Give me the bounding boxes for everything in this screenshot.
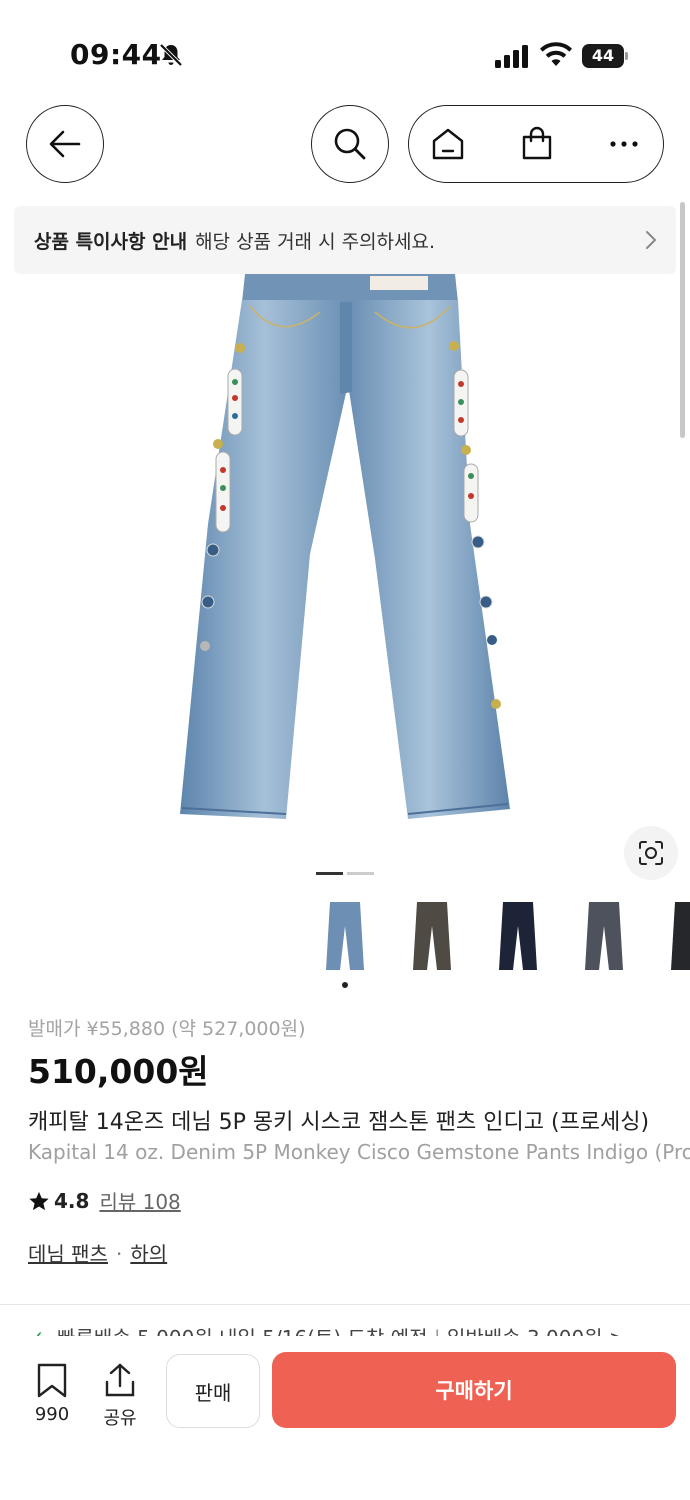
share-button[interactable]: 공유 <box>90 1362 150 1430</box>
release-price-label: 발매가 ¥55,880 (약 527,000원) <box>28 1018 306 1040</box>
image-page-indicator <box>347 872 374 875</box>
bookmark-icon <box>37 1363 67 1398</box>
more-options-button[interactable] <box>589 106 659 182</box>
image-page-indicator-active <box>316 872 343 875</box>
search-icon <box>334 128 366 160</box>
thumbnail-option[interactable] <box>655 896 690 976</box>
arrow-left-icon <box>49 130 81 158</box>
chevron-right-icon <box>646 231 657 249</box>
status-time: 09:44 <box>70 38 162 71</box>
cellular-signal-icon <box>495 45 528 68</box>
rating-row: 4.8 리뷰 108 <box>28 1186 181 1215</box>
notice-text: 해당 상품 거래 시 주의하세요. <box>195 230 436 253</box>
product-title-en: Kapital 14 oz. Denim 5P Monkey Cisco Gem… <box>28 1140 690 1164</box>
share-icon <box>105 1363 135 1397</box>
thumbnail-jeans-shape <box>413 902 451 970</box>
battery-indicator: 44 <box>582 44 628 68</box>
section-divider <box>0 1304 690 1305</box>
breadcrumb-separator: · <box>115 1242 123 1266</box>
thumbnail-option[interactable] <box>310 896 380 976</box>
share-label: 공유 <box>103 1408 137 1429</box>
notice-title: 상품 특이사항 안내 <box>34 230 188 253</box>
category-link-bottoms[interactable]: 하의 <box>130 1242 167 1266</box>
lens-scan-icon <box>639 841 663 865</box>
wishlist-button[interactable]: 990 <box>22 1362 82 1425</box>
thumbnail-jeans-shape <box>671 902 690 970</box>
wishlist-count: 990 <box>34 1404 70 1425</box>
battery-cap <box>625 52 628 60</box>
thumbnail-option[interactable] <box>569 896 639 976</box>
product-price: 510,000원 <box>28 1052 209 1091</box>
buy-button[interactable]: 구매하기 <box>272 1352 676 1428</box>
scrollbar[interactable] <box>680 202 685 438</box>
thumbnail-selected-dot <box>342 982 348 988</box>
shopping-bag-button[interactable] <box>502 106 572 182</box>
product-image-jeans[interactable] <box>170 274 520 824</box>
image-search-button[interactable] <box>624 826 678 880</box>
rating-value: 4.8 <box>54 1188 90 1213</box>
category-link-denim-pants[interactable]: 데님 팬츠 <box>28 1242 108 1266</box>
back-button[interactable] <box>26 105 104 183</box>
review-link[interactable]: 리뷰 108 <box>99 1186 180 1215</box>
product-title-ko: 캐피탈 14온즈 데님 5P 몽키 시스코 잼스톤 팬츠 인디고 (프로세싱) <box>28 1110 650 1135</box>
status-bar: 09:44 44 <box>0 0 690 110</box>
bottom-action-bar: 990 공유 판매 구매하기 <box>0 1336 690 1500</box>
thumbnail-jeans-shape <box>585 902 623 970</box>
category-breadcrumb: 데님 팬츠 · 하의 <box>28 1238 167 1267</box>
more-dots-icon <box>610 141 638 147</box>
star-icon <box>29 1191 49 1210</box>
product-notice-banner[interactable]: 상품 특이사항 안내 해당 상품 거래 시 주의하세요. <box>14 206 676 274</box>
home-icon <box>432 128 464 160</box>
shopping-bag-icon <box>522 126 552 160</box>
nav-action-group <box>408 105 664 183</box>
home-button[interactable] <box>413 106 483 182</box>
thumbnail-option[interactable] <box>397 896 467 976</box>
bell-muted-icon <box>159 43 183 67</box>
wifi-icon <box>540 42 572 66</box>
thumbnail-jeans-shape <box>499 902 537 970</box>
sell-button[interactable]: 판매 <box>166 1354 260 1428</box>
thumbnail-jeans-shape <box>326 902 364 970</box>
search-button[interactable] <box>311 105 389 183</box>
battery-level: 44 <box>582 44 624 68</box>
thumbnail-option[interactable] <box>483 896 553 976</box>
